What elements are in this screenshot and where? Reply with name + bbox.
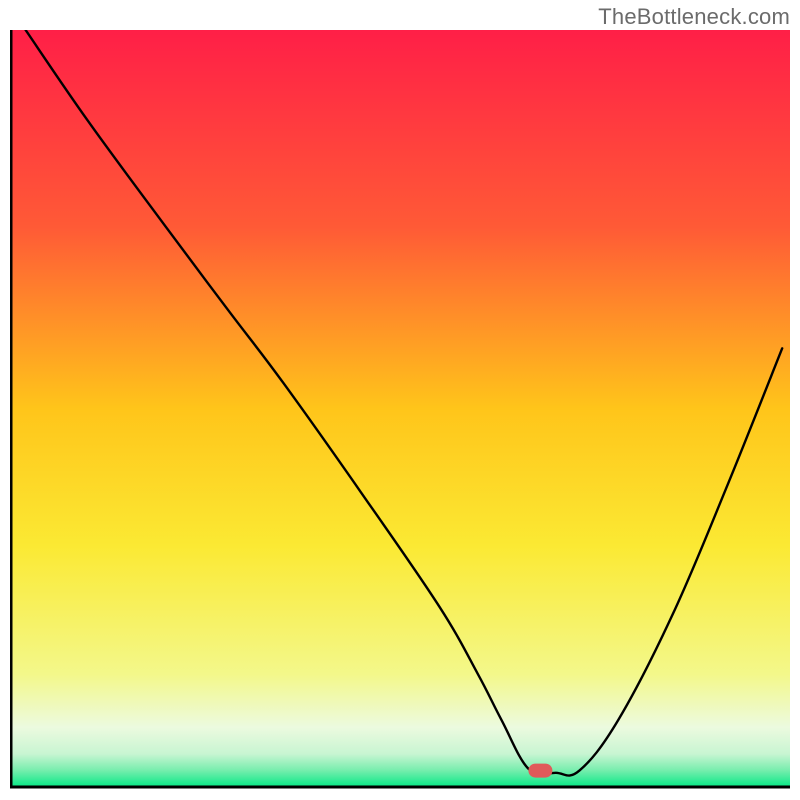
chart-area — [10, 30, 790, 790]
watermark-text: TheBottleneck.com — [598, 4, 790, 30]
plot-background — [10, 30, 790, 788]
optimal-point-marker — [528, 764, 552, 778]
chart-svg — [10, 30, 790, 790]
